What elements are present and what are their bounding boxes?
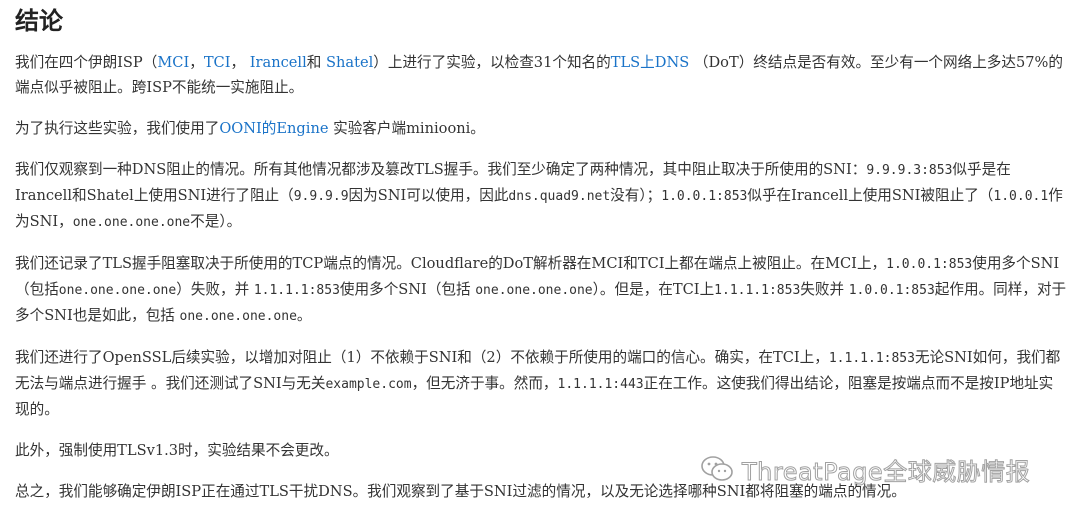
section-title: 结论 [15,7,63,35]
code-text: 9.9.9.3:853 [866,163,953,178]
code-text: one.one.one.one [72,215,191,230]
code-text: 1.1.1.1:853 [253,283,340,298]
code-text: example.com [325,377,412,392]
code-text: 9.9.9.9 [293,189,349,204]
link-dns-over-tls[interactable]: TLS上DNS [611,54,689,71]
code-text: 1.0.0.1:853 [848,283,935,298]
code-text: 1.0.0.1:853 [886,257,973,272]
link-tci[interactable]: TCI [204,54,231,71]
paragraph-6: 此外，强制使用TLSv1.3时，实验结果不会更改。 [15,442,339,459]
paragraph-3: 我们仅观察到一种DNS阻止的情况。所有其他情况都涉及篡改TLS握手。我们至少确定… [15,161,1063,230]
article-body: 结论 我们在四个伊朗ISP（MCI，TCI， Irancell和 Shatel）… [15,0,1067,504]
code-text: one.one.one.one [58,283,177,298]
code-text: one.one.one.one [475,283,593,298]
paragraph-2: 为了执行这些实验，我们使用了OONI的Engine 实验客户端miniooni。 [15,120,485,137]
code-text: 1.0.0.1:853 [661,189,748,204]
code-text: 1.0.0.1 [993,189,1049,204]
paragraph-5: 我们还进行了OpenSSL后续实验，以增加对阻止（1）不依赖于SNI和（2）不依… [15,349,1061,418]
link-ooni-engine[interactable]: OONI的Engine [219,120,328,137]
code-text: one.one.one.one [179,309,297,324]
code-text: 1.1.1.1:853 [714,283,801,298]
paragraph-7: 总之，我们能够确定伊朗ISP正在通过TLS干扰DNS。我们观察到了基于SNI过滤… [15,483,906,500]
code-text: dns.quad9.net [508,189,611,204]
link-mci[interactable]: MCI [157,54,189,71]
link-shatel[interactable]: Shatel [326,54,373,71]
code-text: 1.1.1.1:853 [828,351,915,366]
paragraph-1: 我们在四个伊朗ISP（MCI，TCI， Irancell和 Shatel）上进行… [15,54,1064,96]
paragraph-4: 我们还记录了TLS握手阻塞取决于所使用的TCP端点的情况。Cloudflare的… [15,255,1067,324]
code-text: 1.1.1.1:443 [557,377,644,392]
link-irancell[interactable]: Irancell [250,54,307,71]
